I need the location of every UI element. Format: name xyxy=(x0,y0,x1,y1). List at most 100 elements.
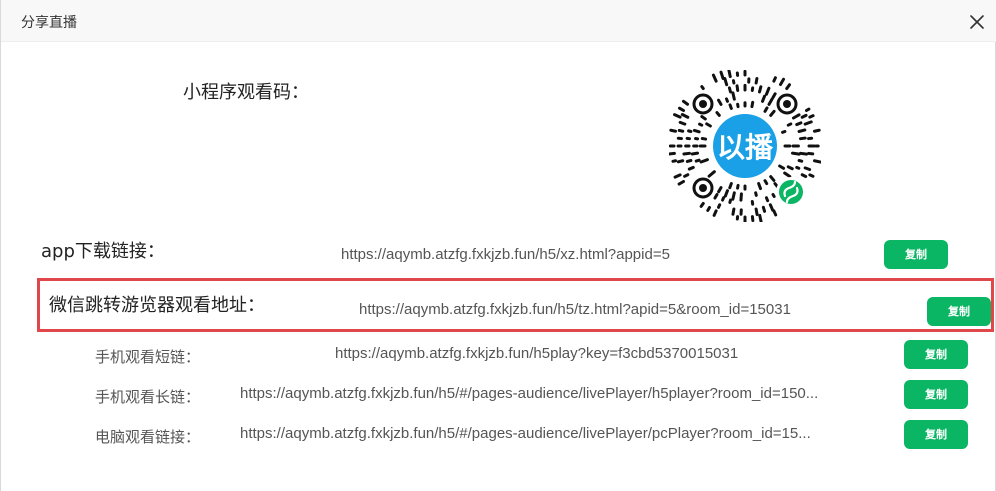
qr-dash xyxy=(687,129,693,134)
qr-dash xyxy=(804,107,811,112)
qr-dash xyxy=(685,158,693,163)
qr-dash xyxy=(677,106,686,112)
qr-dash xyxy=(754,207,759,217)
qr-dash xyxy=(772,76,777,83)
qr-dash xyxy=(786,165,794,171)
qr-dash xyxy=(772,209,778,217)
qr-dash xyxy=(754,191,758,197)
qr-dash xyxy=(757,182,762,191)
qr-dash xyxy=(725,97,729,103)
mobile-short-link-url: https://aqymb.atzfg.fxkjzb.fun/h5play?ke… xyxy=(335,345,739,362)
qr-dash xyxy=(764,196,770,203)
qr-dash xyxy=(676,159,685,164)
qr-dash xyxy=(678,120,687,126)
qr-dash xyxy=(706,205,711,212)
qr-dash xyxy=(692,128,701,134)
qr-dash xyxy=(790,151,801,156)
qr-dash xyxy=(699,201,705,208)
qr-dash xyxy=(669,128,678,133)
qr-dash xyxy=(800,113,808,119)
mobile-short-link-label: 手机观看短链： xyxy=(95,348,201,366)
qr-dash xyxy=(707,170,716,178)
qr-dash xyxy=(687,165,695,171)
qr-dash xyxy=(779,77,786,87)
close-icon[interactable] xyxy=(967,12,987,32)
miniprogram-qr-icon: 以播 xyxy=(669,70,821,222)
qr-dash xyxy=(683,173,690,178)
pc-link-url: https://aqymb.atzfg.fxkjzb.fun/h5/#/page… xyxy=(240,425,811,442)
qr-dash xyxy=(761,94,767,103)
qr-center-text: 以播 xyxy=(717,131,774,164)
qr-dash xyxy=(757,85,763,94)
copy-mobile-short-link-button[interactable]: 复制 xyxy=(904,340,968,369)
qr-dash xyxy=(812,128,821,133)
qr-dash xyxy=(700,85,705,91)
qr-dash xyxy=(680,113,690,119)
qr-dash xyxy=(735,84,740,92)
qr-dash xyxy=(677,128,685,133)
qr-dash xyxy=(699,158,709,164)
qr-dash xyxy=(808,173,815,178)
qr-dash xyxy=(754,76,759,85)
wechat-jump-label: 微信跳转游览器观看地址： xyxy=(49,295,265,316)
qr-dash xyxy=(781,129,787,134)
qr-dash xyxy=(673,173,682,179)
dialog-titlebar: 分享直播 xyxy=(1,0,996,42)
miniprogram-link-icon xyxy=(776,177,806,207)
qr-dash xyxy=(795,121,803,127)
qr-dash xyxy=(767,97,774,106)
qr-dash xyxy=(803,166,812,172)
mobile-long-link-label: 手机观看长链： xyxy=(95,388,201,406)
qr-dash xyxy=(758,213,763,222)
qr-dash xyxy=(731,191,736,201)
qr-dash xyxy=(763,179,769,186)
pc-link-label: 电脑观看链接： xyxy=(95,428,201,446)
qr-dash xyxy=(713,192,719,200)
qr-dash xyxy=(769,109,776,117)
qr-dash xyxy=(671,159,678,163)
qr-dash xyxy=(681,99,690,106)
copy-pc-link-button[interactable]: 复制 xyxy=(904,420,968,449)
qr-dash xyxy=(812,159,821,164)
qr-dash xyxy=(711,73,718,83)
qr-dash xyxy=(723,76,729,87)
qr-dash xyxy=(791,113,801,120)
qr-dash xyxy=(771,92,777,100)
qr-dash xyxy=(717,98,723,106)
qr-dash xyxy=(727,86,733,94)
qr-dash xyxy=(705,122,712,128)
qr-dash xyxy=(778,164,786,170)
copy-wechat-jump-button[interactable]: 复制 xyxy=(927,297,991,326)
dialog-title: 分享直播 xyxy=(21,15,77,31)
qr-dash xyxy=(717,203,722,209)
qr-dash xyxy=(795,165,801,170)
qr-dash xyxy=(808,114,815,119)
qr-dash xyxy=(728,182,733,190)
qr-dash xyxy=(717,186,723,194)
qr-dash xyxy=(700,115,707,121)
qr-dash xyxy=(673,113,682,119)
qr-dash xyxy=(719,70,725,80)
qr-dash xyxy=(799,151,809,156)
qr-dash xyxy=(803,120,813,126)
qr-dash xyxy=(771,192,776,199)
qr-dash xyxy=(712,209,718,217)
share-live-dialog: 分享直播 小程序观看码： 以播 app下载链接： https://aqymb.a… xyxy=(0,0,996,491)
copy-app-download-button[interactable]: 复制 xyxy=(884,240,948,269)
qr-dash xyxy=(727,70,732,79)
qr-dash xyxy=(783,171,792,179)
qr-dash xyxy=(721,196,726,202)
qr-dash xyxy=(768,203,775,212)
qr-dash xyxy=(723,189,729,198)
qr-dash xyxy=(690,151,700,156)
wechat-jump-url: https://aqymb.atzfg.fxkjzb.fun/h5/tz.htm… xyxy=(359,301,791,318)
qr-dash xyxy=(799,136,807,141)
qr-dash xyxy=(731,207,736,216)
qr-dash xyxy=(764,86,771,96)
qr-dash xyxy=(797,128,807,134)
qr-dash xyxy=(786,122,793,127)
copy-mobile-long-link-button[interactable]: 复制 xyxy=(904,380,968,409)
qr-dash xyxy=(677,180,686,186)
qr-dash xyxy=(700,136,708,141)
app-download-url: https://aqymb.atzfg.fxkjzb.fun/h5/xz.htm… xyxy=(341,246,670,263)
